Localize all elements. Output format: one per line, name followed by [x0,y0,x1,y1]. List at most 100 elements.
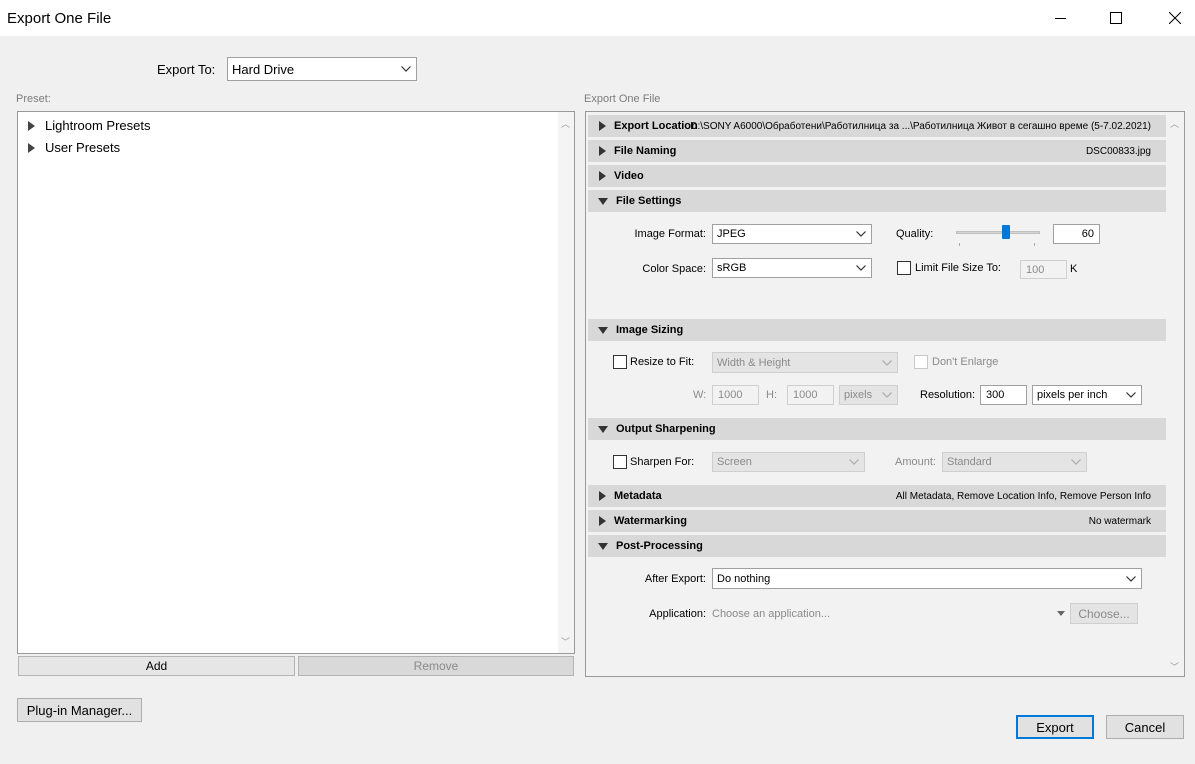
scroll-down-icon[interactable]: ﹀ [1170,660,1179,673]
chevron-down-icon [849,459,859,465]
settings-scrollbar[interactable]: ︿ ﹀ [1167,112,1183,676]
sharpen-for-select[interactable]: Screen [712,452,865,472]
limit-file-size-label: Limit File Size To: [915,262,1001,274]
sharpen-for-label: Sharpen For: [630,456,695,468]
chevron-down-icon [882,359,892,366]
resolution-unit-select[interactable]: pixels per inch [1032,385,1142,405]
image-format-label: Image Format: [634,228,706,240]
amount-value: Standard [947,456,992,468]
chevron-down-icon [856,265,866,271]
minimize-icon [1054,17,1066,19]
quality-label: Quality: [896,228,934,240]
maximize-button[interactable] [1093,0,1139,36]
sharpen-for-checkbox[interactable] [613,455,627,469]
title-bar [0,0,1195,36]
sharpen-for-value: Screen [717,456,752,468]
section-summary: DSC00833.jpg [1085,145,1151,157]
image-format-value: JPEG [717,228,746,240]
after-export-select[interactable]: Do nothing [712,568,1142,589]
section-title: Image Sizing [616,324,684,336]
close-icon [1169,12,1181,24]
quality-input[interactable]: 60 [1053,224,1100,244]
preset-scrollbar[interactable]: ︿ ﹀ [558,112,574,653]
resize-mode-value: Width & Height [717,356,791,369]
section-title: Video [614,170,644,182]
resize-mode-select[interactable]: Width & Height [712,352,898,373]
dont-enlarge-checkbox[interactable] [914,355,928,369]
width-input[interactable]: 1000 [712,385,759,405]
color-space-value: sRGB [717,262,747,274]
preset-folder-user[interactable]: User Presets [28,140,120,155]
application-dropdown-icon[interactable] [1057,611,1065,616]
section-post-processing[interactable]: Post-Processing [588,535,1166,557]
close-button[interactable] [1152,0,1195,36]
chevron-down-icon [882,392,892,398]
section-title: File Naming [614,145,677,157]
quality-slider-track[interactable] [956,231,1040,234]
section-title: File Settings [616,195,682,207]
height-label: H: [766,389,777,401]
minimize-button[interactable] [1037,0,1083,36]
resolution-label: Resolution: [920,389,976,401]
expand-triangle-icon[interactable] [28,142,35,153]
section-file-settings[interactable]: File Settings [588,190,1166,212]
limit-unit-label: K [1070,263,1078,275]
export-to-select[interactable]: Hard Drive [227,57,417,81]
plugin-manager-button[interactable]: Plug-in Manager... [17,698,142,722]
after-export-label: After Export: [644,573,706,585]
section-image-sizing[interactable]: Image Sizing [588,319,1166,341]
cancel-button[interactable]: Cancel [1106,715,1184,739]
export-one-file-label: Export One File [584,93,661,105]
size-unit-select[interactable]: pixels [839,385,898,405]
amount-label: Amount: [895,456,936,468]
scroll-up-icon[interactable]: ︿ [561,117,570,130]
resolution-input[interactable]: 300 [980,385,1027,405]
section-title: Output Sharpening [616,423,716,435]
scroll-up-icon[interactable]: ︿ [1170,117,1179,130]
preset-folder-lightroom[interactable]: Lightroom Presets [28,118,151,133]
limit-file-size-input[interactable]: 100 [1020,260,1067,279]
application-placeholder[interactable]: Choose an application... [712,608,830,620]
remove-preset-button[interactable]: Remove [298,656,574,676]
add-preset-button[interactable]: Add [18,656,295,676]
limit-file-size-checkbox[interactable] [897,261,911,275]
section-title: Export Location [614,120,698,132]
dont-enlarge-label: Don't Enlarge [932,356,999,368]
section-watermarking[interactable]: Watermarking No watermark [588,510,1166,532]
height-input[interactable]: 1000 [787,385,834,405]
export-to-label: Export To: [157,62,216,77]
section-summary: All Metadata, Remove Location Info, Remo… [895,490,1151,502]
preset-label: Preset: [16,93,51,105]
width-label: W: [693,389,707,401]
choose-application-button[interactable]: Choose... [1070,603,1138,624]
section-video[interactable]: Video [588,165,1166,187]
chevron-down-icon [856,231,866,237]
section-title: Post-Processing [616,540,703,552]
chevron-down-icon [1126,575,1136,582]
expand-triangle-icon[interactable] [28,120,35,131]
section-title: Watermarking [614,515,687,527]
preset-tree: Lightroom Presets User Presets [17,111,575,654]
section-output-sharpening[interactable]: Output Sharpening [588,418,1166,440]
image-format-select[interactable]: JPEG [712,224,872,244]
resize-to-fit-checkbox[interactable] [613,355,627,369]
expand-triangle-icon [599,121,606,131]
after-export-value: Do nothing [717,572,771,585]
export-button[interactable]: Export [1016,715,1094,739]
window-title: Export One File [7,10,112,27]
resize-to-fit-label: Resize to Fit: [630,356,695,368]
chevron-down-icon [1126,392,1136,398]
maximize-icon [1110,12,1122,24]
section-file-naming[interactable]: File Naming DSC00833.jpg [588,140,1166,162]
amount-select[interactable]: Standard [942,452,1087,472]
chevron-down-icon [1071,459,1081,465]
quality-slider-thumb[interactable] [1002,225,1011,239]
section-metadata[interactable]: Metadata All Metadata, Remove Location I… [588,485,1166,507]
color-space-select[interactable]: sRGB [712,258,872,278]
chevron-down-icon [401,66,411,72]
preset-folder-label: User Presets [45,140,121,155]
section-export-location[interactable]: Export Location D:\SONY A6000\Обработени… [588,115,1166,137]
scroll-down-icon[interactable]: ﹀ [561,635,570,648]
collapse-triangle-icon [598,425,608,433]
section-title: Metadata [614,490,662,502]
